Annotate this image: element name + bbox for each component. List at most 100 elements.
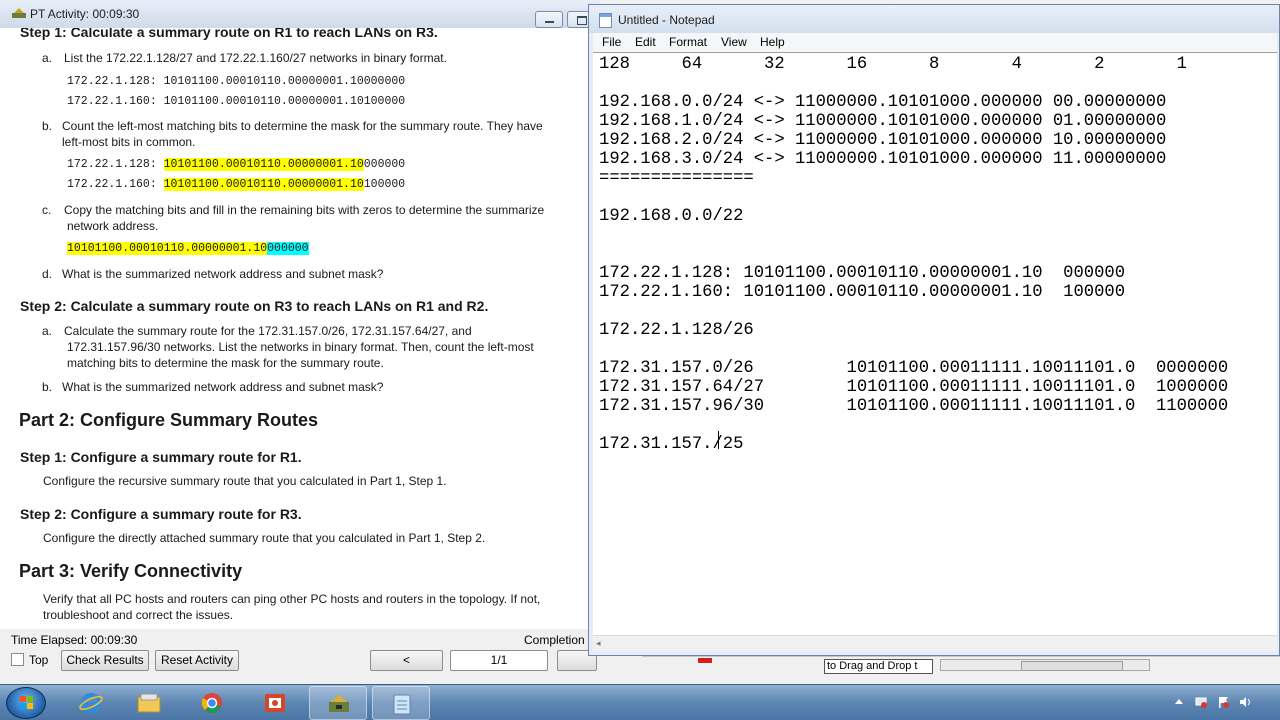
- instruction-text: network address.: [67, 219, 159, 233]
- p2-step2-heading: Step 2: Configure a summary route for R3…: [20, 506, 302, 522]
- start-button[interactable]: [6, 687, 46, 719]
- menu-format[interactable]: Format: [669, 35, 707, 49]
- show-hidden-icons-arrow[interactable]: [1172, 695, 1186, 709]
- windows-logo-icon: [20, 696, 33, 709]
- notepad-icon: [393, 694, 411, 715]
- internet-explorer-icon: [79, 693, 103, 713]
- text-line: 172.22.1.160: 10101100.00010110.00000001…: [599, 283, 1126, 302]
- summary-binary-line: 10101100.00010110.00000001.10000000: [67, 241, 309, 257]
- text-line: 128 64 32 16 8 4 2 1: [599, 55, 1187, 74]
- text-line: 172.22.1.128: 10101100.00010110.00000001…: [599, 264, 1126, 283]
- flag-icon[interactable]: [1216, 695, 1230, 709]
- instruction-text: What is the summarized network address a…: [62, 267, 384, 281]
- menu-help[interactable]: Help: [760, 35, 785, 49]
- notepad-icon: [599, 13, 612, 28]
- check-results-button[interactable]: Check Results: [61, 650, 149, 671]
- text-line: ===============: [599, 169, 754, 188]
- instructions-pane[interactable]: Step 1: Calculate a summary route on R1 …: [0, 28, 590, 629]
- item-label: c.: [42, 203, 52, 217]
- zero-fill-bits: 000000: [267, 242, 309, 255]
- part3-heading: Part 3: Verify Connectivity: [19, 561, 243, 581]
- binary-line: 172.22.1.128: 10101100.00010110.00000001…: [67, 75, 406, 88]
- item-label: a.: [42, 324, 53, 338]
- page-indicator: 1/1: [450, 650, 548, 671]
- previous-page-button[interactable]: <: [370, 650, 443, 671]
- pt-title-bar[interactable]: PT Activity: 00:09:30: [0, 0, 600, 28]
- instruction-text: left-most bits in common.: [62, 135, 196, 149]
- taskbar-chrome[interactable]: [183, 686, 241, 720]
- remaining-bits: 100000: [363, 178, 406, 191]
- item-label: d.: [42, 267, 53, 281]
- remaining-bits: 000000: [363, 158, 406, 171]
- text-line: 172.31.157.64/27 10101100.00011111.10011…: [599, 378, 1229, 397]
- p2-step1-heading: Step 1: Configure a summary route for R1…: [20, 449, 302, 465]
- menu-edit[interactable]: Edit: [635, 35, 656, 49]
- taskbar-notepad[interactable]: [372, 686, 430, 720]
- background-scrollbar[interactable]: [940, 659, 1150, 671]
- menu-bar: File Edit Format View Help: [593, 33, 1277, 52]
- time-elapsed: Time Elapsed: 00:09:30: [11, 633, 138, 647]
- ip-prefix: 172.22.1.128:: [67, 158, 164, 171]
- scroll-left-arrow-icon[interactable]: ◂: [596, 638, 601, 649]
- text-line: 192.168.2.0/24 <-> 11000000.10101000.000…: [599, 131, 1167, 150]
- item-label: b.: [42, 380, 53, 394]
- network-icon[interactable]: [1194, 695, 1208, 709]
- text-line: 172.31.157./25: [599, 435, 744, 454]
- instruction-text: troubleshoot and correct the issues.: [43, 608, 234, 622]
- taskbar-file-explorer[interactable]: [120, 686, 178, 720]
- completion-label: Completion: [524, 633, 585, 647]
- presentation-app-icon: [265, 694, 285, 712]
- minimize-button[interactable]: [535, 11, 563, 28]
- taskbar: [0, 684, 1280, 720]
- matching-bits: 10101100.00010110.00000001.10: [67, 242, 268, 255]
- volume-icon[interactable]: [1238, 695, 1252, 709]
- menu-view[interactable]: View: [721, 35, 747, 49]
- instruction-text: Configure the recursive summary route th…: [43, 474, 447, 488]
- instruction-text: List the 172.22.1.128/27 and 172.22.1.16…: [64, 51, 447, 65]
- instruction-text: Count the left-most matching bits to det…: [62, 119, 543, 133]
- pt-activity-window: PT Activity: 00:09:30 Step 1: Calculate …: [0, 0, 600, 684]
- instruction-text: Configure the directly attached summary …: [43, 531, 486, 545]
- top-checkbox[interactable]: [11, 653, 24, 666]
- notepad-window: Untitled - Notepad File Edit Format View…: [588, 4, 1280, 656]
- top-label: Top: [29, 653, 49, 667]
- text-line: 192.168.0.0/22: [599, 207, 744, 226]
- file-explorer-icon: [137, 693, 161, 713]
- instruction-text: 172.31.157.96/30 networks. List the netw…: [67, 340, 534, 354]
- binary-line: 172.22.1.160: 10101100.00010110.00000001…: [67, 95, 406, 108]
- instruction-text: matching bits to determine the mask for …: [67, 356, 384, 370]
- text-line: 172.31.157.96/30 10101100.00011111.10011…: [599, 397, 1229, 416]
- notepad-title: Untitled - Notepad: [618, 13, 715, 27]
- instruction-text: Copy the matching bits and fill in the r…: [64, 203, 545, 217]
- taskbar-internet-explorer[interactable]: [62, 686, 120, 720]
- step2-heading: Step 2: Calculate a summary route on R3 …: [20, 298, 489, 314]
- packet-tracer-icon: [329, 695, 349, 712]
- text-line: 172.31.157.0/26 10101100.00011111.100111…: [599, 359, 1229, 378]
- notepad-title-bar[interactable]: Untitled - Notepad: [589, 5, 1279, 33]
- step1-heading: Step 1: Calculate a summary route on R1 …: [20, 28, 438, 40]
- text-line: 192.168.1.0/24 <-> 11000000.10101000.000…: [599, 112, 1167, 131]
- instruction-text: Verify that all PC hosts and routers can…: [43, 592, 541, 606]
- matching-bits: 10101100.00010110.00000001.10: [163, 158, 364, 171]
- menu-file[interactable]: File: [602, 35, 621, 49]
- highlighted-binary-line: 172.22.1.128: 10101100.00010110.00000001…: [67, 157, 405, 173]
- ip-prefix: 172.22.1.160:: [67, 178, 164, 191]
- activity-footer: Time Elapsed: 00:09:30 Completion Top Ch…: [0, 629, 600, 684]
- window-title: PT Activity: 00:09:30: [30, 7, 140, 21]
- drag-drop-field[interactable]: to Drag and Drop t: [824, 659, 933, 674]
- chrome-icon: [201, 693, 222, 713]
- text-caret: [718, 431, 719, 449]
- highlighted-binary-line: 172.22.1.160: 10101100.00010110.00000001…: [67, 177, 405, 193]
- horizontal-scrollbar[interactable]: ◂: [593, 635, 1277, 652]
- text-line: 172.22.1.128/26: [599, 321, 754, 340]
- text-line: 192.168.0.0/24 <-> 11000000.10101000.000…: [599, 93, 1167, 112]
- item-label: b.: [42, 119, 53, 133]
- matching-bits: 10101100.00010110.00000001.10: [163, 178, 364, 191]
- taskbar-packet-tracer[interactable]: [309, 686, 367, 720]
- text-editor[interactable]: 128 64 32 16 8 4 2 1 192.168.0.0/24 <-> …: [593, 52, 1277, 635]
- item-label: a.: [42, 51, 53, 65]
- instruction-text: What is the summarized network address a…: [62, 380, 384, 394]
- packet-tracer-icon: [12, 8, 26, 18]
- reset-activity-button[interactable]: Reset Activity: [155, 650, 239, 671]
- taskbar-presentation-app[interactable]: [246, 686, 304, 720]
